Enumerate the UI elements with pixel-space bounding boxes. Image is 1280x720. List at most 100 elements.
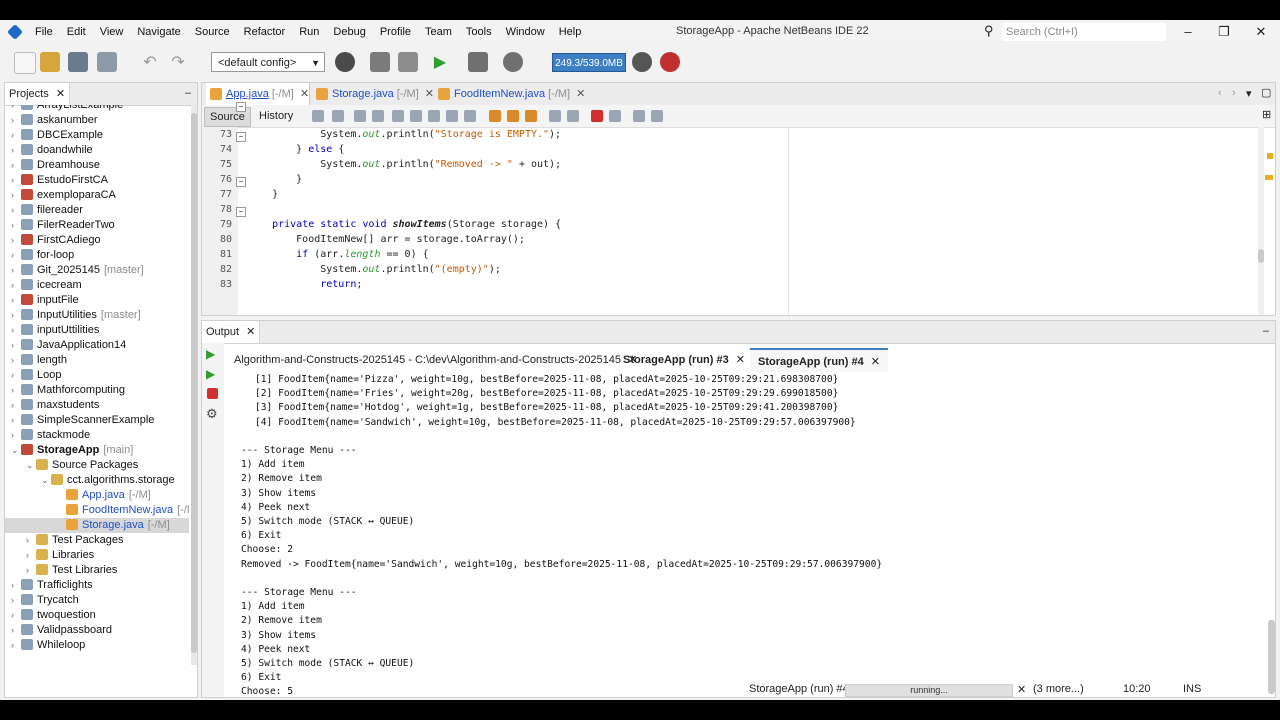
tree-item[interactable]: › EstudoFirstCA — [5, 173, 189, 188]
find-next-icon[interactable] — [428, 110, 440, 122]
menu-item-file[interactable]: File — [28, 26, 60, 38]
clean-build-icon[interactable] — [398, 52, 418, 72]
find-selection-icon[interactable] — [446, 110, 458, 122]
expand-toggle-icon[interactable]: › — [11, 383, 21, 398]
expand-toggle-icon[interactable]: › — [11, 293, 21, 308]
tree-item[interactable]: › ArrayListExample — [5, 105, 189, 113]
tree-item[interactable]: › DBCExample — [5, 128, 189, 143]
tree-item[interactable]: › Loop — [5, 368, 189, 383]
find-icon[interactable] — [392, 110, 404, 122]
editor-scrollbar[interactable] — [1258, 127, 1264, 315]
expand-toggle-icon[interactable]: › — [11, 353, 21, 368]
new-project-icon[interactable] — [40, 52, 60, 72]
expand-toggle-icon[interactable]: › — [11, 188, 21, 203]
expand-toggle-icon[interactable]: › — [11, 278, 21, 293]
console-output[interactable]: [1] FoodItem{name='Pizza', weight=10g, b… — [224, 372, 1269, 697]
shift-left-icon[interactable] — [549, 110, 561, 122]
tree-item[interactable]: App.java [-/M] — [5, 488, 189, 503]
expand-toggle-icon[interactable]: › — [11, 105, 21, 113]
tree-item[interactable]: › icecream — [5, 278, 189, 293]
close-icon[interactable]: ✕ — [246, 326, 255, 338]
tree-item[interactable]: › twoquestion — [5, 608, 189, 623]
tree-item[interactable]: ⌄ Source Packages — [5, 458, 189, 473]
forward-dropdown-icon[interactable] — [372, 110, 384, 122]
run-icon[interactable]: ▶ — [430, 52, 450, 72]
editor-tab[interactable]: App.java [-/M] ✕ — [206, 83, 311, 105]
expand-toggle-icon[interactable]: › — [11, 308, 21, 323]
status-more-link[interactable]: (3 more...) — [1033, 683, 1084, 695]
tree-item[interactable]: › Trafficlights — [5, 578, 189, 593]
expand-toggle-icon[interactable]: › — [11, 338, 21, 353]
tree-item[interactable]: › inputUttilities — [5, 323, 189, 338]
cancel-task-icon[interactable]: ✕ — [1017, 683, 1026, 696]
toggle-bookmark-icon[interactable] — [525, 110, 537, 122]
save-all-icon[interactable] — [97, 52, 117, 72]
open-project-icon[interactable] — [68, 52, 88, 72]
tab-output[interactable]: Output ✕ — [202, 321, 261, 343]
menu-item-team[interactable]: Team — [418, 26, 459, 38]
minimize-button[interactable]: – — [1176, 22, 1200, 42]
expand-toggle-icon[interactable]: › — [11, 128, 21, 143]
expand-toggle-icon[interactable]: › — [11, 143, 21, 158]
tree-item[interactable]: › Dreamhouse — [5, 158, 189, 173]
fold-toggle-icon[interactable]: − — [236, 132, 246, 142]
output-tab[interactable]: Algorithm-and-Constructs-2025145 - C:\de… — [234, 348, 637, 372]
back-dropdown-icon[interactable] — [332, 110, 344, 122]
next-bookmark-icon[interactable] — [507, 110, 519, 122]
minimize-panel-icon[interactable]: – — [185, 87, 191, 99]
expand-toggle-icon[interactable]: › — [11, 413, 21, 428]
editor-tab[interactable]: FoodItemNew.java [-/M] ✕ — [434, 83, 585, 105]
gc-icon[interactable] — [632, 52, 652, 72]
memory-indicator[interactable]: 249.3/539.0MB — [552, 53, 626, 72]
expand-toggle-icon[interactable]: › — [11, 578, 21, 593]
expand-toggle-icon[interactable]: › — [11, 233, 21, 248]
tree-item[interactable]: › Whileloop — [5, 638, 189, 653]
tab-list-icon[interactable]: ▾ — [1246, 87, 1252, 100]
tree-item[interactable]: FoodItemNew.java[-/M] — [5, 503, 189, 518]
expand-toggle-icon[interactable]: › — [26, 563, 36, 578]
expand-toggle-icon[interactable]: › — [11, 158, 21, 173]
tree-item[interactable]: › SimpleScannerExample — [5, 413, 189, 428]
scroll-left-icon[interactable]: ‹ — [1218, 87, 1222, 99]
close-icon[interactable]: ✕ — [425, 88, 434, 100]
code-area[interactable]: System.out.println("Storage is EMPTY.");… — [238, 127, 1258, 315]
menu-item-tools[interactable]: Tools — [459, 26, 499, 38]
menu-item-debug[interactable]: Debug — [326, 26, 372, 38]
output-tab[interactable]: StorageApp (run) #4 ✕ — [750, 348, 888, 372]
prev-bookmark-icon[interactable] — [489, 110, 501, 122]
expand-toggle-icon[interactable]: › — [11, 368, 21, 383]
tree-item[interactable]: › Libraries — [5, 548, 189, 563]
config-select[interactable]: <default config> ▼ — [211, 52, 325, 72]
rerun-icon[interactable]: ▶ — [206, 347, 215, 361]
tree-item[interactable]: › length — [5, 353, 189, 368]
status-task[interactable]: StorageApp (run) #4 — [749, 683, 849, 695]
expand-toggle-icon[interactable]: › — [11, 428, 21, 443]
maximize-panel-icon[interactable]: ▢ — [1261, 86, 1271, 99]
scroll-thumb[interactable] — [191, 113, 197, 653]
build-icon[interactable] — [370, 52, 390, 72]
expand-toggle-icon[interactable]: › — [11, 638, 21, 653]
tab-history[interactable]: History — [254, 107, 298, 125]
scroll-thumb[interactable] — [1258, 249, 1264, 263]
restore-button[interactable]: ❐ — [1212, 22, 1236, 42]
output-tab[interactable]: StorageApp (run) #3 ✕ — [623, 348, 745, 372]
expand-toggle-icon[interactable]: › — [11, 593, 21, 608]
minimize-panel-icon[interactable]: – — [1263, 325, 1269, 337]
tree-item[interactable]: › Trycatch — [5, 593, 189, 608]
tree-item[interactable]: › doandwhile — [5, 143, 189, 158]
search-input[interactable]: Search (Ctrl+I) — [1002, 23, 1166, 41]
close-icon[interactable]: ✕ — [56, 88, 65, 100]
expand-toggle-icon[interactable]: › — [11, 623, 21, 638]
menu-item-run[interactable]: Run — [292, 26, 326, 38]
tree-item[interactable]: › exemploparaCA — [5, 188, 189, 203]
expand-toggle-icon[interactable]: › — [26, 533, 36, 548]
tab-projects[interactable]: Projects ✕ — [5, 83, 71, 105]
expand-toggle-icon[interactable]: › — [11, 113, 21, 128]
rerun-with-args-icon[interactable]: ▶ — [206, 367, 215, 381]
tree-item[interactable]: › askanumber — [5, 113, 189, 128]
undo-icon[interactable]: ↶ — [140, 52, 160, 72]
projects-scrollbar[interactable] — [191, 105, 197, 665]
tree-item[interactable]: › maxstudents — [5, 398, 189, 413]
expand-toggle-icon[interactable]: › — [11, 218, 21, 233]
split-icon[interactable]: ⊞ — [1262, 108, 1271, 121]
